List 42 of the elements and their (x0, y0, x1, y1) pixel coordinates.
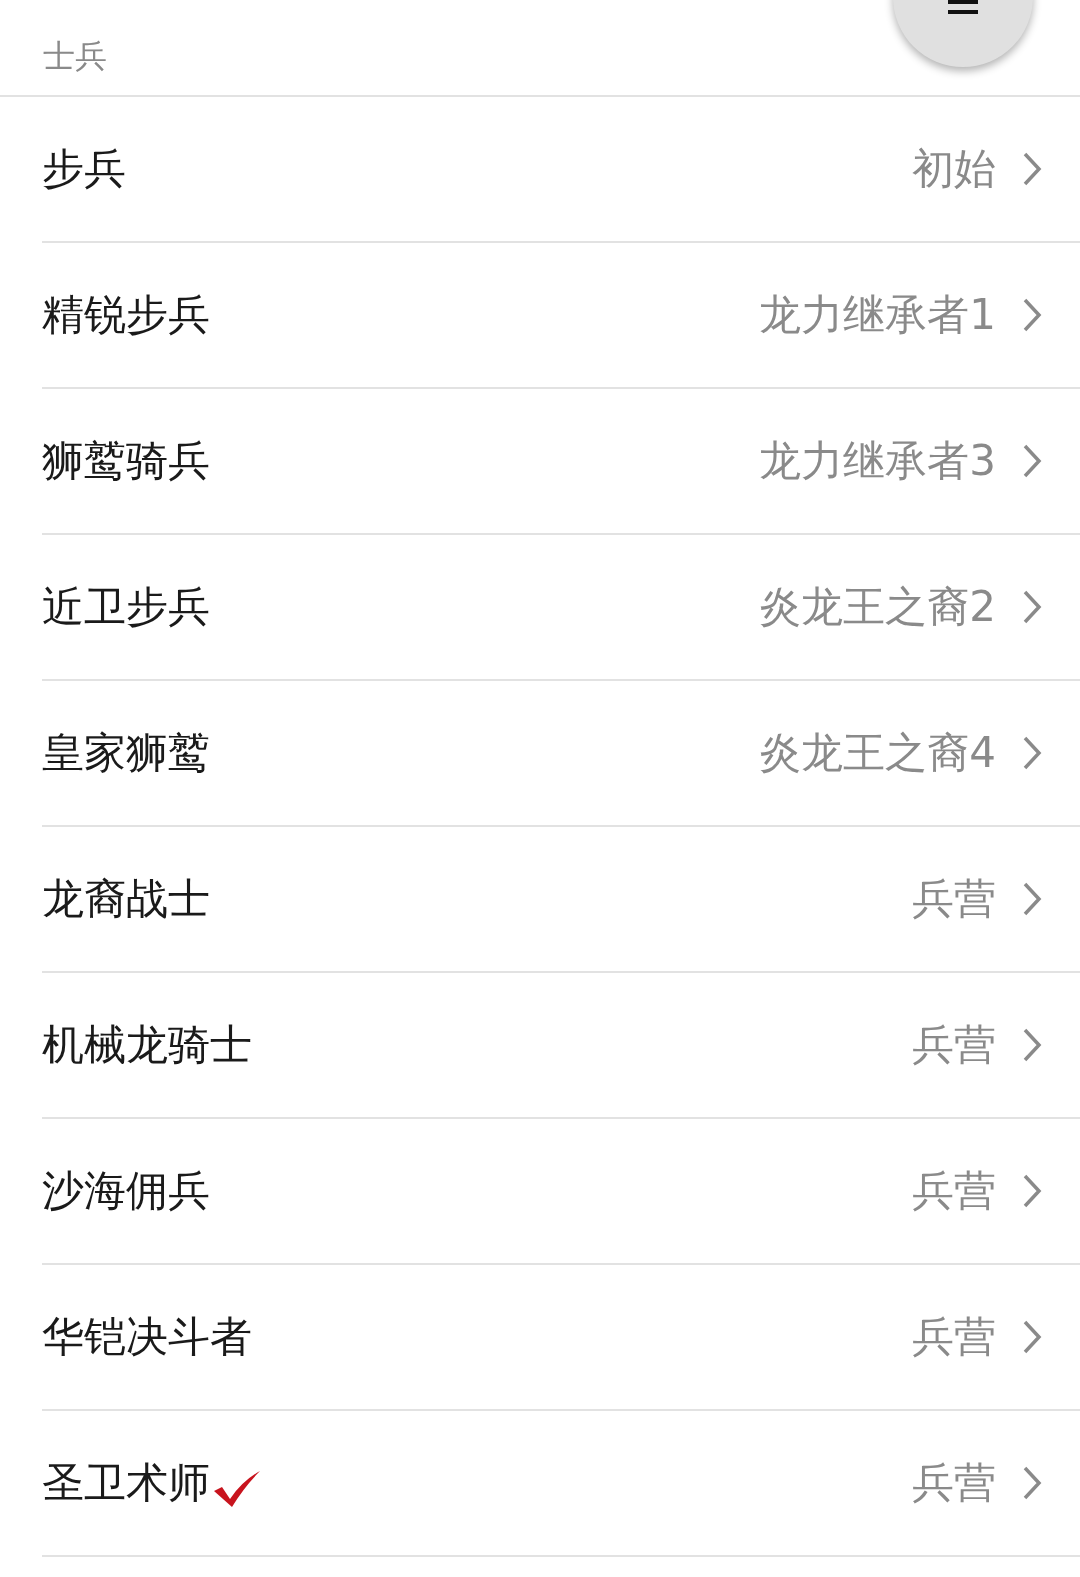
chevron-right-icon (1022, 1319, 1042, 1355)
item-source: 初始 (912, 143, 996, 195)
list-item[interactable]: 皇家狮鹫 炎龙王之裔4 (42, 681, 1080, 827)
list-item[interactable]: 龙裔战士 兵营 (42, 827, 1080, 973)
item-name: 皇家狮鹫 (42, 727, 210, 779)
menu-icon (948, 0, 978, 14)
item-name: 步兵 (42, 143, 126, 195)
item-name: 沙海佣兵 (42, 1165, 210, 1217)
list-item[interactable]: 步兵 初始 (42, 97, 1080, 243)
chevron-right-icon (1022, 297, 1042, 333)
list-item[interactable]: 狮鹫骑兵 龙力继承者3 (42, 389, 1080, 535)
section-title: 士兵 (43, 36, 107, 77)
chevron-right-icon (1022, 881, 1042, 917)
item-source: 兵营 (912, 873, 996, 925)
item-source: 龙力继承者3 (759, 435, 996, 487)
list-item[interactable]: 近卫步兵 炎龙王之裔2 (42, 535, 1080, 681)
chevron-right-icon (1022, 1027, 1042, 1063)
chevron-right-icon (1022, 1465, 1042, 1501)
chevron-right-icon (1022, 151, 1042, 187)
item-name: 圣卫术师 (42, 1457, 210, 1509)
item-name: 精锐步兵 (42, 289, 210, 341)
item-source: 炎龙王之裔4 (759, 727, 996, 779)
item-source: 龙力继承者1 (759, 289, 996, 341)
item-source: 兵营 (912, 1457, 996, 1509)
item-name: 机械龙骑士 (42, 1019, 252, 1071)
item-source: 兵营 (912, 1165, 996, 1217)
item-source: 兵营 (912, 1019, 996, 1071)
chevron-right-icon (1022, 443, 1042, 479)
item-name: 华铠决斗者 (42, 1311, 252, 1363)
list-item[interactable]: 华铠决斗者 兵营 (42, 1265, 1080, 1411)
item-name: 龙裔战士 (42, 873, 210, 925)
chevron-right-icon (1022, 589, 1042, 625)
item-name: 近卫步兵 (42, 581, 210, 633)
list-item[interactable]: 沙海佣兵 兵营 (42, 1119, 1080, 1265)
item-source: 炎龙王之裔2 (759, 581, 996, 633)
chevron-right-icon (1022, 735, 1042, 771)
list-item[interactable]: 机械龙骑士 兵营 (42, 973, 1080, 1119)
item-name: 狮鹫骑兵 (42, 435, 210, 487)
chevron-right-icon (1022, 1173, 1042, 1209)
list-item[interactable]: 圣卫术师 兵营 (42, 1411, 1080, 1557)
list-item[interactable]: 精锐步兵 龙力继承者1 (42, 243, 1080, 389)
item-source: 兵营 (912, 1311, 996, 1363)
